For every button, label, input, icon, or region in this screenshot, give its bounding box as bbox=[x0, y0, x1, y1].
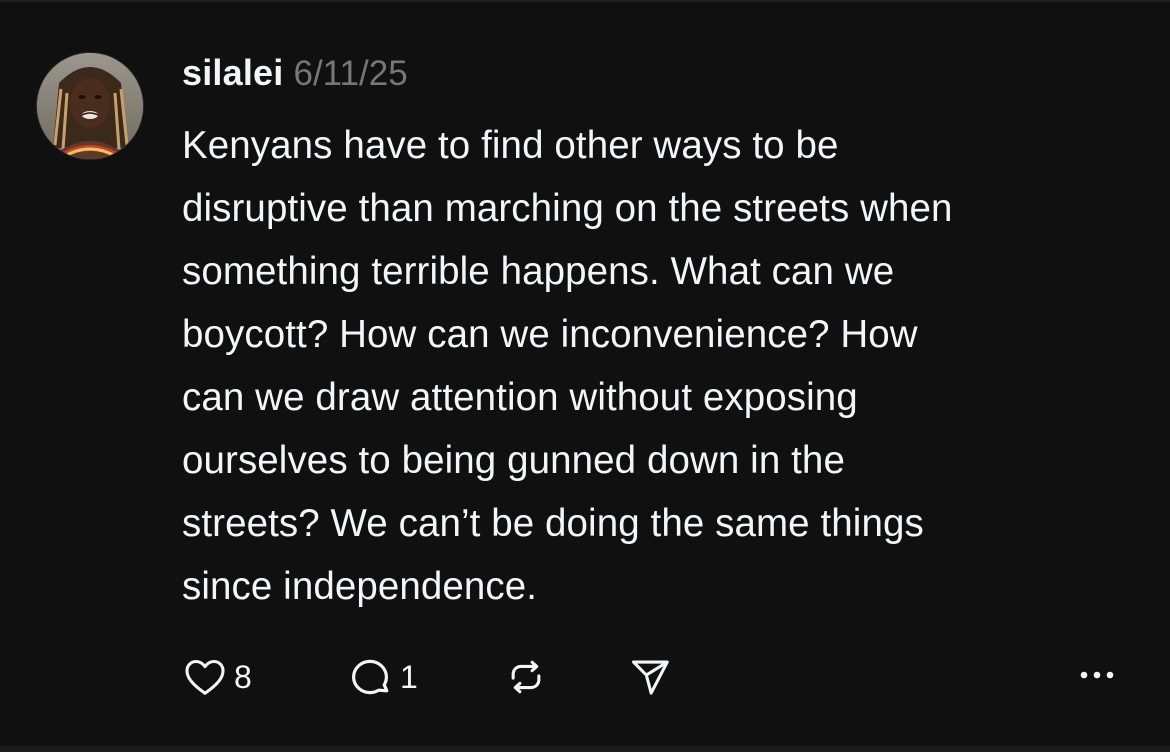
repost-button[interactable] bbox=[503, 654, 627, 700]
post-timestamp[interactable]: 6/11/25 bbox=[293, 54, 407, 94]
post-text: Kenyans have to find other ways to be di… bbox=[182, 124, 953, 608]
reply-count: 1 bbox=[400, 658, 418, 695]
comment-icon bbox=[352, 659, 389, 695]
like-button[interactable]: 8 bbox=[182, 654, 346, 700]
send-icon bbox=[631, 660, 669, 695]
avatar-image bbox=[37, 53, 143, 159]
repost-icon bbox=[511, 660, 541, 694]
action-bar: 8 1 bbox=[182, 651, 673, 703]
avatar[interactable] bbox=[37, 53, 143, 159]
top-divider bbox=[0, 0, 1170, 2]
more-icon bbox=[1080, 671, 1114, 679]
like-count: 8 bbox=[234, 658, 252, 695]
bottom-divider bbox=[0, 746, 1170, 752]
heart-icon bbox=[185, 659, 225, 695]
username-link[interactable]: silalei bbox=[182, 52, 283, 94]
share-button[interactable] bbox=[627, 654, 673, 700]
more-options-button[interactable] bbox=[1074, 660, 1120, 690]
post-header: silalei 6/11/25 bbox=[182, 52, 408, 98]
reply-button[interactable]: 1 bbox=[346, 653, 503, 701]
